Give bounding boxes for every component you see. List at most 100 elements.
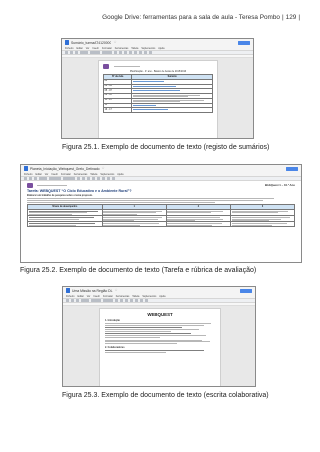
section-heading: 2. Colaboradores [105,346,125,350]
font-select[interactable] [103,299,113,302]
doc-page[interactable]: Planificação - 4º ano - Básico de Aulas … [98,60,218,138]
menu-item[interactable]: Ver [45,173,49,176]
figure-2-caption: Figura 25.2. Exemplo de documento de tex… [20,267,257,274]
zoom-select[interactable] [80,51,88,54]
menu-item[interactable]: Formatar [103,295,113,298]
font-select[interactable] [63,177,75,180]
doc-titlebar: Sumário_turmaAT4120000 ☆ [62,39,253,46]
menu-item[interactable]: Suplementos [100,173,114,176]
menu-item[interactable]: Ferramentas [116,295,130,298]
logo-mark [103,64,109,70]
bold-icon[interactable] [77,177,80,180]
style-select[interactable] [90,51,100,54]
menu-item[interactable]: Ajuda [159,295,165,298]
doc-title[interactable]: Uma Missão na Região DL [72,289,113,293]
menu-item[interactable]: Tabela [90,173,97,176]
logo-mark [27,183,33,189]
star-icon[interactable]: ☆ [102,166,105,171]
doc-page[interactable]: WEBQUEST 1. Introdução 2. Colaboradores [99,308,221,386]
redo-icon[interactable] [71,299,74,302]
star-icon[interactable]: ☆ [113,40,116,45]
star-icon[interactable]: ☆ [115,288,118,293]
doc-title[interactable]: Sumário_turmaAT4120000 [71,41,111,45]
school-logo [27,183,67,189]
menu-item[interactable]: Ficheiro [24,173,33,176]
font-select[interactable] [102,51,112,54]
menu-item[interactable]: Suplementos [142,295,156,298]
list-icon[interactable] [145,299,148,302]
doc-heading: Planificação - 4º ano - Básico de Aulas … [129,70,187,74]
table-row: 16 - 17 [102,107,213,113]
menu-item[interactable]: Ficheiro [65,47,74,50]
text-color-icon[interactable] [129,51,132,54]
summary-table: Nº da Aula Sumário 01 02 - 04 05 - 07 08… [102,74,213,113]
menu-item[interactable]: Editar [77,47,83,50]
print-icon[interactable] [75,51,78,54]
link-icon[interactable] [97,177,100,180]
print-icon[interactable] [76,299,79,302]
align-left-icon[interactable] [102,177,105,180]
text-color-icon[interactable] [130,299,133,302]
doc-canvas: Planificação - 4º ano - Básico de Aulas … [62,58,253,138]
align-left-icon[interactable] [140,299,143,302]
menu-item[interactable]: Inserir [93,295,100,298]
undo-icon[interactable] [66,299,69,302]
underline-icon[interactable] [125,299,128,302]
bold-icon[interactable] [115,299,118,302]
menu-item[interactable]: Formatar [102,47,112,50]
menu-item[interactable]: Ajuda [158,47,164,50]
menu-item[interactable]: Tabela [131,47,138,50]
link-icon[interactable] [135,299,138,302]
menu-item[interactable]: Suplementos [141,47,155,50]
underline-icon[interactable] [124,51,127,54]
docs-icon [65,40,69,45]
menu-item[interactable]: Ferramentas [74,173,88,176]
bold-icon[interactable] [114,51,117,54]
format-toolbar [21,176,301,181]
style-select[interactable] [49,177,61,180]
figure-3-caption: Figura 25.3. Exemplo de documento de tex… [62,392,269,399]
zoom-select[interactable] [81,299,89,302]
zoom-select[interactable] [39,177,47,180]
doc-title[interactable]: Planeta_Iniciação_Webquest_Grelo_Detinad… [30,167,100,171]
doc-page[interactable]: WebQuest 1 – 10.º Ano Tarefa: WEBQUEST “… [27,183,296,228]
undo-icon[interactable] [65,51,68,54]
figure-3-screenshot: Uma Missão na Região DL ☆ Ficheiro Edita… [62,286,256,387]
italic-icon[interactable] [119,51,122,54]
italic-icon[interactable] [82,177,85,180]
style-select[interactable] [91,299,101,302]
figure-1-screenshot: Sumário_turmaAT4120000 ☆ Ficheiro Editar… [61,38,254,139]
share-button[interactable] [238,40,250,45]
list-icon[interactable] [112,177,115,180]
share-button[interactable] [240,288,252,293]
redo-icon[interactable] [70,51,73,54]
menu-item[interactable]: Tabela [132,295,139,298]
text-color-icon[interactable] [92,177,95,180]
underline-icon[interactable] [87,177,90,180]
align-left-icon[interactable] [139,51,142,54]
print-icon[interactable] [34,177,37,180]
redo-icon[interactable] [29,177,32,180]
menu-item[interactable]: Ficheiro [66,295,75,298]
align-center-icon[interactable] [144,51,147,54]
section-heading: 1. Introdução [105,319,121,323]
menu-item[interactable]: Formatar [61,173,71,176]
align-center-icon[interactable] [107,177,110,180]
menu-item[interactable]: Ver [86,47,90,50]
link-icon[interactable] [134,51,137,54]
doc-header-right: WebQuest 1 – 10.º Ano [264,184,295,188]
webquest-logo: WEBQUEST [147,312,173,318]
italic-icon[interactable] [120,299,123,302]
share-button[interactable] [286,166,298,171]
menu-item[interactable]: Inserir [51,173,58,176]
menu-item[interactable]: Ver [87,295,91,298]
undo-icon[interactable] [24,177,27,180]
docs-icon [66,288,70,293]
menu-item[interactable]: Ferramentas [115,47,129,50]
menu-item[interactable]: Editar [78,295,84,298]
menu-item[interactable]: Inserir [92,47,99,50]
menu-item[interactable]: Editar [36,173,42,176]
list-icon[interactable] [149,51,152,54]
menu-item[interactable]: Ajuda [117,173,123,176]
running-title: Google Drive: ferramentas para a sala de… [102,14,280,21]
